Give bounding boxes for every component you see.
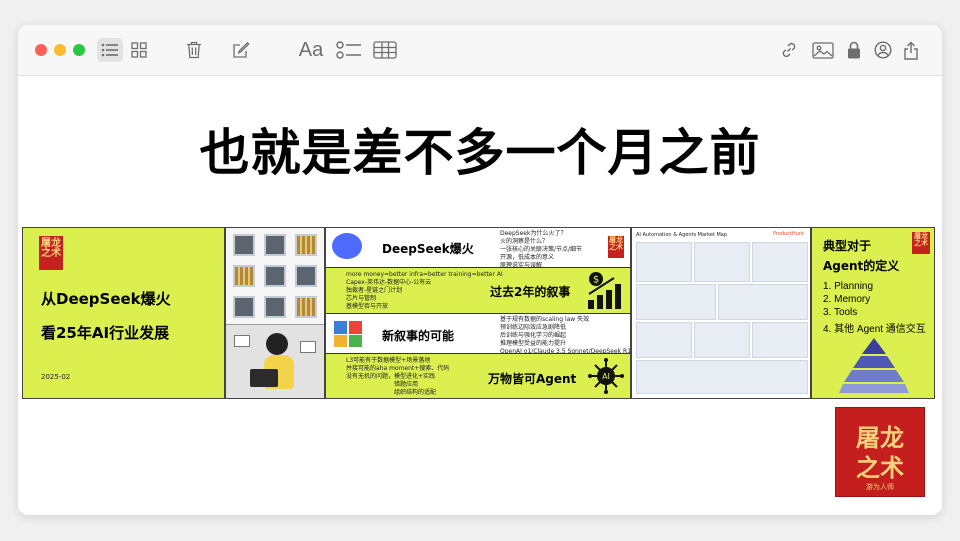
market-map-brand: ProductHunt <box>772 231 804 237</box>
image-icon[interactable] <box>811 38 835 62</box>
minimize-window-button[interactable] <box>54 44 66 56</box>
map-section <box>636 284 716 320</box>
deepseek-summary-panel: DeepSeek爆火 DeepSeek为什么火了？ 火的洞察是什么？ 一张核心的… <box>325 227 631 399</box>
chip-image <box>233 234 255 256</box>
definition-item: 4. 其他 Agent 通信交互 <box>823 324 926 335</box>
stamp-line2: 之术 <box>856 454 904 482</box>
chip-image <box>264 234 286 256</box>
definition-heading-line2: Agent的定义 <box>823 259 900 273</box>
whale-icon <box>332 233 362 259</box>
lock-icon[interactable] <box>844 38 864 62</box>
map-section <box>694 322 750 358</box>
compose-icon[interactable] <box>230 38 252 62</box>
close-window-button[interactable] <box>35 44 47 56</box>
agent-row: L3可能有于数据模型+场景落地 并接可能的aha moment+搜索、代码 没有… <box>326 354 630 398</box>
seal-logo: 屠龙 之术 <box>39 236 63 270</box>
note-title: 也就是差不多一个月之前 <box>199 124 761 182</box>
table-icon[interactable] <box>372 38 398 62</box>
market-map-panel: AI Automation & Agents Market Map Produc… <box>631 227 811 399</box>
definition-item: 3. Tools <box>823 307 858 318</box>
format-text-button[interactable]: Aa <box>297 38 325 62</box>
cover-date: 2025-02 <box>41 373 71 381</box>
chip-image <box>264 265 286 287</box>
agent-bullets: L3可能有于数据模型+场景落地 并接可能的aha moment+搜索、代码 没有… <box>346 357 450 396</box>
puzzle-icon <box>332 319 366 349</box>
cover-title-line1: 从DeepSeek爆火 <box>41 290 171 308</box>
definition-item: 1. Planning <box>823 281 874 292</box>
map-section <box>636 322 692 358</box>
chip-image <box>295 234 317 256</box>
illustration-panel <box>225 227 325 399</box>
slide-cover-panel: 屠龙 之术 从DeepSeek爆火 看25年AI行业发展 2025-02 <box>22 227 225 399</box>
list-view-icon[interactable] <box>97 38 123 62</box>
trash-icon[interactable] <box>183 38 205 62</box>
deepseek-title: DeepSeek爆火 <box>382 242 474 256</box>
chip-image <box>233 296 255 318</box>
gallery-view-icon[interactable] <box>128 38 150 62</box>
growth-chart-icon: $ <box>584 270 626 310</box>
map-section <box>718 284 808 320</box>
notes-window: Aa 也就是差不多一个月之前 屠龙 之术 从DeepSeek爆火 看25年AI行业… <box>18 25 942 515</box>
svg-text:AI: AI <box>602 372 610 381</box>
map-section <box>752 322 808 358</box>
definition-heading-line1: 典型对于 <box>823 239 872 253</box>
deepseek-bullets: DeepSeek为什么火了？ 火的洞察是什么？ 一张核心的关联决策/节点/细节 … <box>500 230 583 269</box>
seal-logo: 屠龙 之术 <box>608 236 624 258</box>
new-narrative-title: 新叙事的可能 <box>382 329 455 343</box>
chips-image <box>226 228 324 325</box>
new-narrative-bullets: 基于规有数据的scaling law 失效 预训练边际效应急剧降低 后训练与强化… <box>500 316 631 355</box>
chip-image <box>233 265 255 287</box>
narrative-bullets: more money=better infra=better training=… <box>346 271 503 310</box>
new-narrative-row: 新叙事的可能 基于规有数据的scaling law 失效 预训练边际效应急剧降低… <box>326 314 631 355</box>
map-section <box>636 360 808 394</box>
chip-image <box>295 296 317 318</box>
cover-title-line2: 看25年AI行业发展 <box>41 324 170 342</box>
share-icon[interactable] <box>901 38 921 62</box>
agent-definition-panel: 屠龙 之术 典型对于 Agent的定义 1. Planning 2. Memory… <box>811 227 935 399</box>
svg-text:$: $ <box>593 275 599 286</box>
worker-illustration <box>226 325 324 398</box>
chip-image <box>295 265 317 287</box>
map-section <box>694 242 750 282</box>
link-icon[interactable] <box>778 38 800 62</box>
chip-image <box>264 296 286 318</box>
narrative-title: 过去2年的叙事 <box>490 285 571 299</box>
map-section <box>636 242 692 282</box>
ai-chip-icon: AI <box>588 358 624 394</box>
deepseek-row: DeepSeek爆火 DeepSeek为什么火了？ 火的洞察是什么？ 一张核心的… <box>326 228 630 269</box>
account-icon[interactable] <box>872 38 894 62</box>
definition-item: 2. Memory <box>823 294 871 305</box>
narrative-row: more money=better infra=better training=… <box>326 268 630 314</box>
toolbar: Aa <box>18 25 942 76</box>
map-section <box>752 242 808 282</box>
pyramid-diagram <box>838 336 910 396</box>
stamp-caption: 游为人师 <box>866 483 894 491</box>
seal-logo: 屠龙 之术 <box>912 232 930 254</box>
market-map-title: AI Automation & Agents Market Map <box>636 232 728 238</box>
zoom-window-button[interactable] <box>73 44 85 56</box>
checklist-icon[interactable] <box>335 38 363 62</box>
brand-stamp: 屠龙 之术 游为人师 <box>835 407 925 497</box>
agent-title: 万物皆可Agent <box>488 372 577 386</box>
